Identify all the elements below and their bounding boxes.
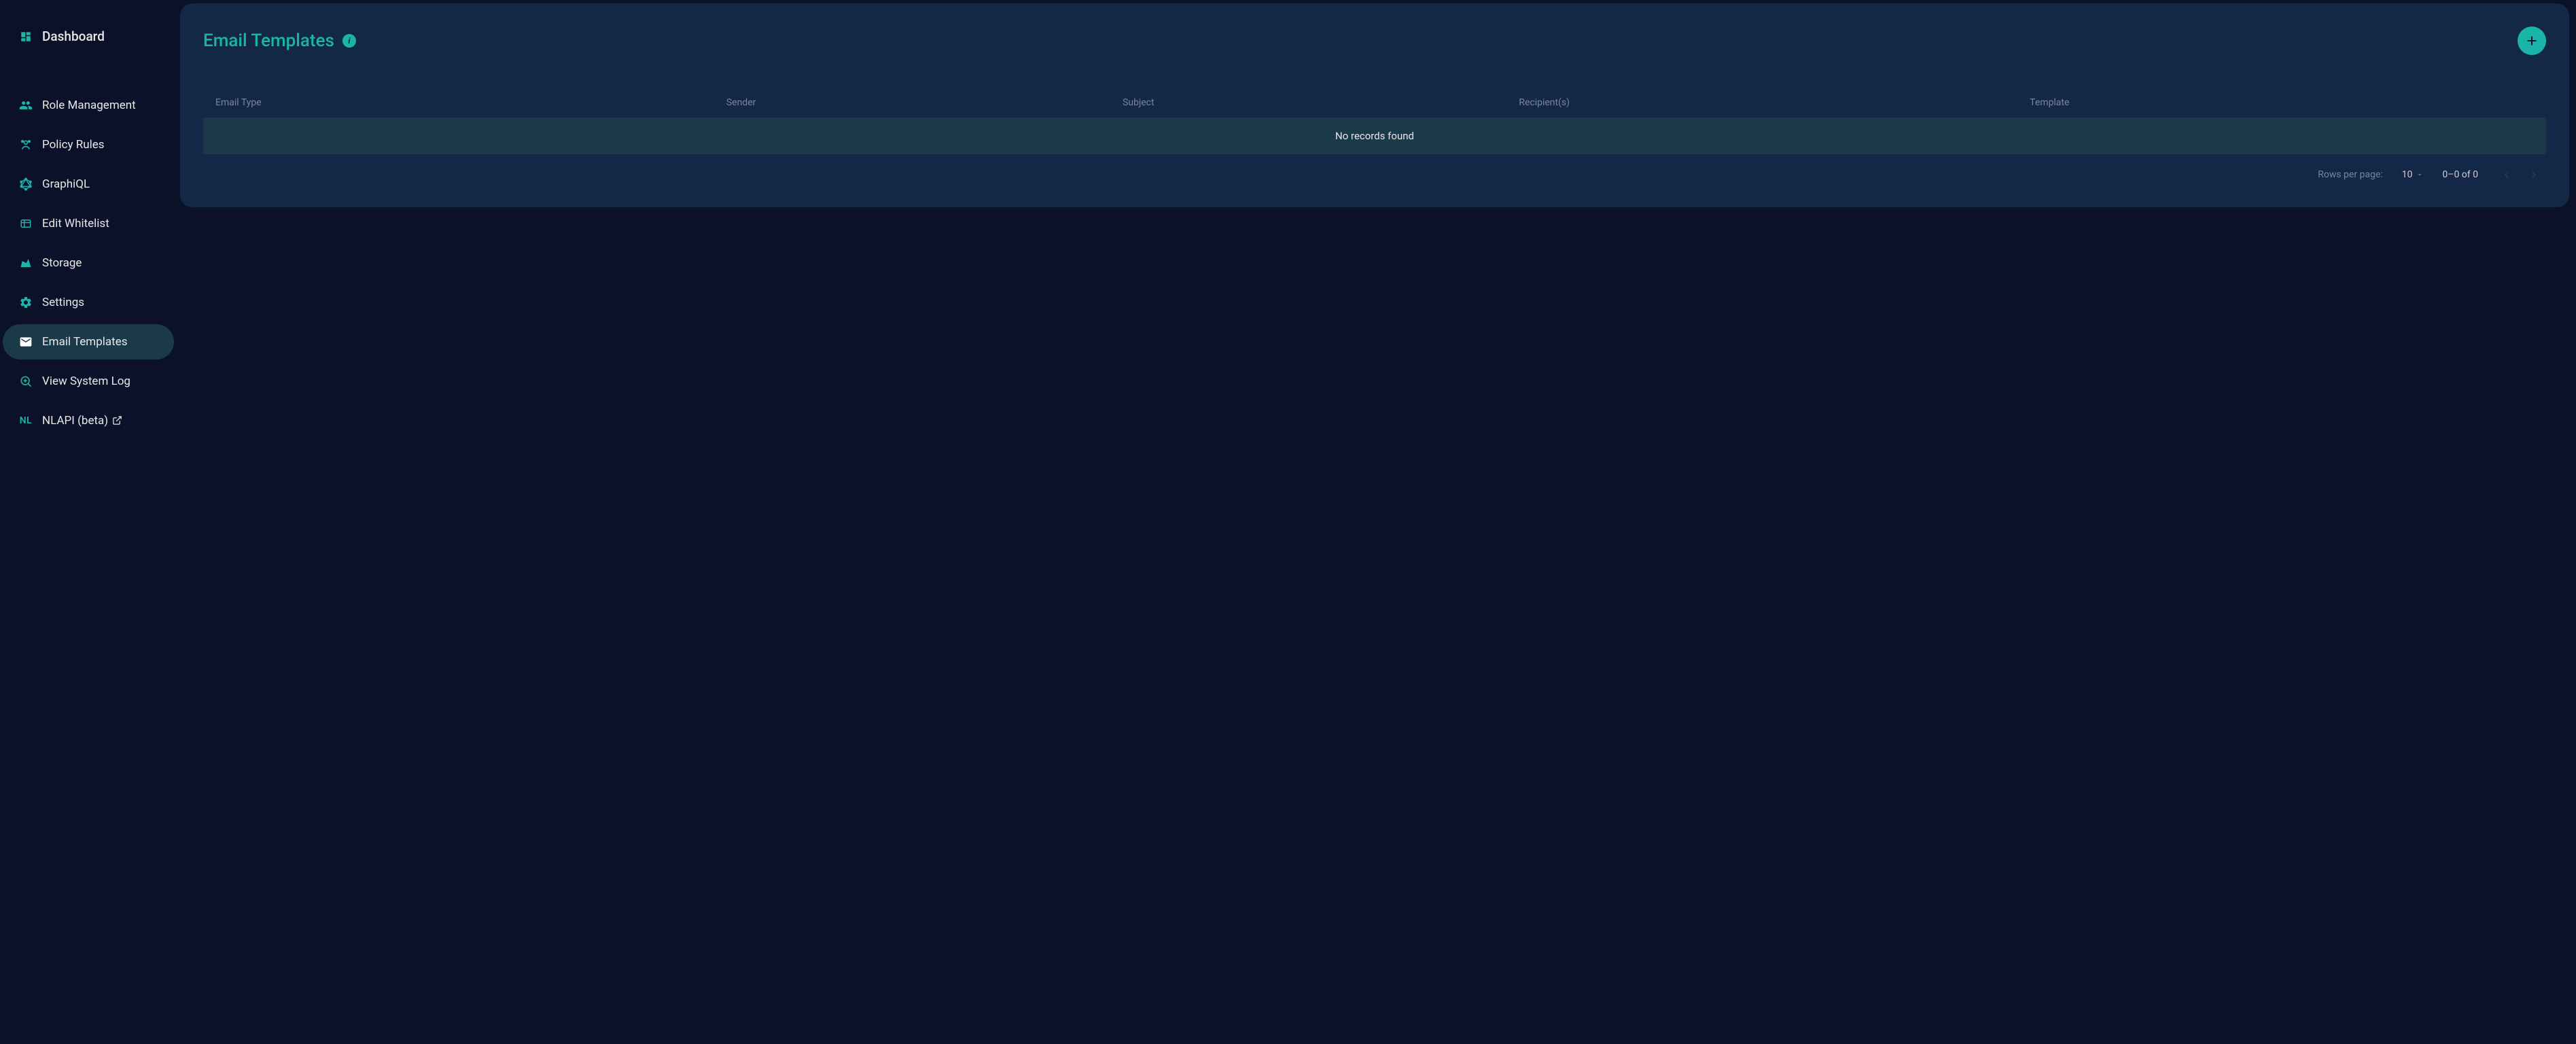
sidebar-item-label: Policy Rules	[42, 138, 105, 152]
column-header-subject[interactable]: Subject	[1123, 97, 1512, 108]
sidebar-item-role-management[interactable]: Role Management	[3, 88, 174, 123]
sidebar: Dashboard Role Management Policy Rules G…	[0, 0, 177, 1044]
policy-icon	[19, 138, 33, 152]
gear-icon	[19, 296, 33, 309]
column-header-template[interactable]: Template	[2030, 97, 2534, 108]
rows-per-page-value: 10	[2402, 169, 2413, 180]
card-title-wrap: Email Templates i	[203, 31, 356, 51]
chevron-down-icon	[2416, 171, 2423, 178]
add-template-button[interactable]	[2518, 27, 2546, 55]
storage-icon	[19, 256, 33, 270]
sidebar-item-label: GraphiQL	[42, 177, 90, 191]
empty-state-row: No records found	[203, 118, 2546, 154]
column-header-sender[interactable]: Sender	[726, 97, 1116, 108]
chevron-right-icon	[2527, 168, 2541, 181]
sidebar-item-policy-rules[interactable]: Policy Rules	[3, 127, 174, 162]
info-icon[interactable]: i	[342, 34, 356, 48]
main-content: Email Templates i Email Type Sender Subj…	[177, 0, 2576, 1044]
rows-per-page-select[interactable]: 10	[2402, 169, 2424, 180]
sidebar-item-settings[interactable]: Settings	[3, 285, 174, 320]
graphql-icon	[19, 177, 33, 191]
rows-per-page-label: Rows per page:	[2318, 169, 2382, 180]
sidebar-item-label: Role Management	[42, 99, 136, 112]
column-header-recipients[interactable]: Recipient(s)	[1519, 97, 2023, 108]
pagination-arrows	[2497, 165, 2543, 184]
sidebar-item-email-templates[interactable]: Email Templates	[3, 324, 174, 360]
log-icon	[19, 375, 33, 388]
email-icon	[19, 335, 33, 349]
sidebar-item-label: NLAPI (beta)	[42, 414, 122, 428]
dashboard-icon	[19, 30, 33, 44]
sidebar-item-label: Email Templates	[42, 335, 128, 349]
nlapi-icon: NL	[19, 414, 33, 428]
pagination-next-button[interactable]	[2524, 165, 2543, 184]
sidebar-item-edit-whitelist[interactable]: Edit Whitelist	[3, 206, 174, 241]
sidebar-item-label: Dashboard	[42, 29, 105, 44]
templates-table: Email Type Sender Subject Recipient(s) T…	[203, 88, 2546, 154]
plus-icon	[2524, 33, 2539, 48]
sidebar-item-graphiql[interactable]: GraphiQL	[3, 167, 174, 202]
email-templates-card: Email Templates i Email Type Sender Subj…	[180, 3, 2569, 207]
sidebar-item-label: Storage	[42, 256, 82, 270]
pagination-range: 0–0 of 0	[2442, 169, 2478, 180]
sidebar-item-nlapi[interactable]: NL NLAPI (beta)	[3, 403, 174, 438]
chevron-left-icon	[2500, 168, 2513, 181]
external-link-icon	[112, 415, 122, 425]
pagination-prev-button[interactable]	[2497, 165, 2516, 184]
page-title: Email Templates	[203, 31, 334, 51]
column-header-email-type[interactable]: Email Type	[215, 97, 720, 108]
sidebar-item-label: Settings	[42, 296, 84, 309]
pagination: Rows per page: 10 0–0 of 0	[203, 154, 2546, 184]
sidebar-item-label: Edit Whitelist	[42, 217, 109, 230]
sidebar-item-label: View System Log	[42, 375, 130, 388]
people-icon	[19, 99, 33, 112]
card-header: Email Templates i	[203, 27, 2546, 55]
table-icon	[19, 217, 33, 230]
sidebar-item-dashboard[interactable]: Dashboard	[3, 18, 174, 55]
sidebar-item-view-system-log[interactable]: View System Log	[3, 364, 174, 399]
sidebar-item-storage[interactable]: Storage	[3, 245, 174, 281]
table-header-row: Email Type Sender Subject Recipient(s) T…	[203, 88, 2546, 118]
